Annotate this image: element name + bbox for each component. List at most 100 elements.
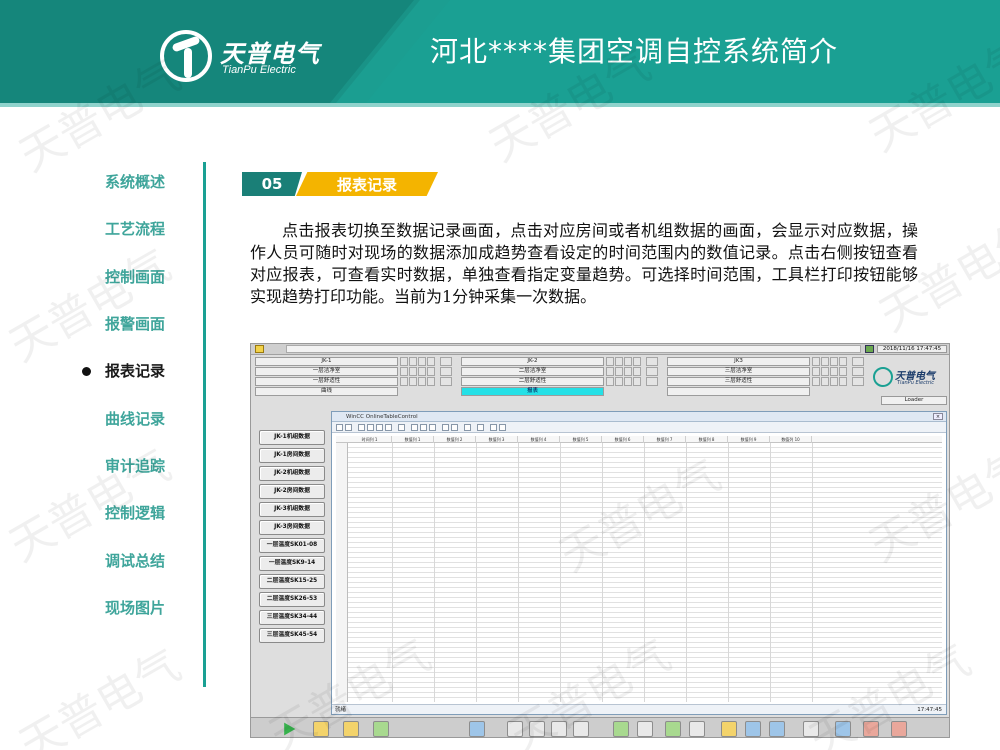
table-body[interactable] <box>336 443 942 702</box>
column-header[interactable]: 数值列 4 <box>518 436 560 443</box>
stop-icon[interactable] <box>637 721 653 737</box>
column-header[interactable]: 数值列 10 <box>770 436 812 443</box>
arrow-up-icon[interactable] <box>529 721 545 737</box>
export-icon[interactable] <box>469 721 485 737</box>
column-divider <box>728 443 729 702</box>
sidebar-item-report[interactable]: 报表记录 <box>60 347 200 394</box>
prev-page-icon[interactable] <box>665 721 681 737</box>
sidebar-item-logic[interactable]: 控制逻辑 <box>60 489 200 536</box>
last-icon[interactable] <box>385 424 392 431</box>
play-icon[interactable] <box>284 722 296 736</box>
first-icon[interactable] <box>358 424 365 431</box>
report-button[interactable]: 一层温度SK9-14 <box>259 556 325 571</box>
sidebar-item-audit[interactable]: 审计追踪 <box>60 442 200 489</box>
scada-nav-button[interactable]: JK-1 <box>255 357 398 366</box>
user-icon[interactable] <box>313 721 329 737</box>
document-icon[interactable] <box>373 721 389 737</box>
section-number: 05 <box>242 172 302 196</box>
report-button[interactable]: JK-3机组数据 <box>259 502 325 517</box>
close-icon[interactable]: × <box>933 413 943 420</box>
sidebar-item-alarm[interactable]: 报警画面 <box>60 300 200 347</box>
help-icon[interactable] <box>336 424 343 431</box>
folder-icon[interactable] <box>255 345 264 353</box>
save-icon[interactable] <box>745 721 761 737</box>
time-range-icon[interactable] <box>429 424 436 431</box>
report-icon[interactable] <box>863 721 879 737</box>
scada-nav-button-report[interactable]: 报表 <box>461 387 604 396</box>
status-box <box>646 377 658 386</box>
status-box <box>821 377 829 386</box>
scada-nav-button[interactable]: 曲线 <box>255 387 398 396</box>
print-icon[interactable] <box>769 721 785 737</box>
column-header[interactable]: 数值列 9 <box>728 436 770 443</box>
report-button[interactable]: JK-2房间数据 <box>259 484 325 499</box>
sidebar-item-control[interactable]: 控制画面 <box>60 253 200 300</box>
column-divider <box>602 443 603 702</box>
section-description: 点击报表切换至数据记录画面，点击对应房间或者机组数据的画面，会显示对应数据，操作… <box>250 221 918 306</box>
exit-icon[interactable] <box>891 721 907 737</box>
status-box <box>633 357 641 366</box>
scada-login-button[interactable]: Loader <box>881 396 947 405</box>
sidebar-item-photos[interactable]: 现场图片 <box>60 584 200 631</box>
column-header[interactable]: 数值列 8 <box>686 436 728 443</box>
stop-icon[interactable] <box>451 424 458 431</box>
report-button[interactable]: JK-1房间数据 <box>259 448 325 463</box>
sidebar-item-trend[interactable]: 曲线记录 <box>60 394 200 441</box>
report-button[interactable]: 二层温度SK26-53 <box>259 592 325 607</box>
info-icon[interactable] <box>835 721 851 737</box>
column-header[interactable]: 数值列 6 <box>602 436 644 443</box>
refresh-icon[interactable] <box>613 721 629 737</box>
columns-icon[interactable] <box>420 424 427 431</box>
status-box <box>606 357 614 366</box>
column-header[interactable]: 数值列 5 <box>560 436 602 443</box>
status-box <box>409 357 417 366</box>
select-icon[interactable] <box>411 424 418 431</box>
config-icon[interactable] <box>345 424 352 431</box>
report-button[interactable]: 一层温度SK01-08 <box>259 538 325 553</box>
status-box <box>615 367 623 376</box>
scada-nav-button[interactable]: 三层洁净室 <box>667 367 810 376</box>
scada-nav-button[interactable]: 二层舒适性 <box>461 377 604 386</box>
next-icon[interactable] <box>376 424 383 431</box>
scada-nav-button[interactable]: 三层舒适性 <box>667 377 810 386</box>
edit-icon[interactable] <box>398 424 405 431</box>
arrow-down-icon[interactable] <box>551 721 567 737</box>
scada-nav-button[interactable]: JK-2 <box>461 357 604 366</box>
scada-nav-button[interactable] <box>667 387 810 396</box>
sidebar-item-overview[interactable]: 系统概述 <box>60 158 200 205</box>
grid-icon[interactable] <box>464 424 471 431</box>
table-toolbar <box>332 422 946 433</box>
export-icon[interactable] <box>490 424 497 431</box>
next-page-icon[interactable] <box>689 721 705 737</box>
report-button[interactable]: 三层温度SK45-54 <box>259 628 325 643</box>
column-header[interactable]: 数值列 2 <box>434 436 476 443</box>
sidebar-item-debug[interactable]: 调试总结 <box>60 536 200 583</box>
report-button[interactable]: JK-3房间数据 <box>259 520 325 535</box>
report-button[interactable]: 二层温度SK15-25 <box>259 574 325 589</box>
open-icon[interactable] <box>721 721 737 737</box>
report-button[interactable]: JK-2机组数据 <box>259 466 325 481</box>
settings-icon[interactable] <box>499 424 506 431</box>
report-button[interactable]: 三层温度SK34-44 <box>259 610 325 625</box>
scada-nav-button[interactable]: JK3 <box>667 357 810 366</box>
arrow-left-icon[interactable] <box>507 721 523 737</box>
scada-nav-button[interactable]: 二层洁净室 <box>461 367 604 376</box>
column-header[interactable]: 时间列 1 <box>348 436 392 443</box>
scada-nav-button[interactable]: 一层舒适性 <box>255 377 398 386</box>
print-icon[interactable] <box>477 424 484 431</box>
status-box <box>615 357 623 366</box>
arrow-right-icon[interactable] <box>573 721 589 737</box>
start-icon[interactable] <box>442 424 449 431</box>
status-box <box>427 357 435 366</box>
keyboard-icon[interactable] <box>803 721 819 737</box>
column-header[interactable]: 数值列 7 <box>644 436 686 443</box>
folder-icon[interactable] <box>343 721 359 737</box>
row-number-column <box>336 443 348 702</box>
prev-icon[interactable] <box>367 424 374 431</box>
column-header[interactable]: 数值列 1 <box>392 436 434 443</box>
report-button[interactable]: JK-1机组数据 <box>259 430 325 445</box>
column-header[interactable]: 数值列 3 <box>476 436 518 443</box>
scada-nav-button[interactable]: 一层洁净室 <box>255 367 398 376</box>
status-box <box>418 357 426 366</box>
sidebar-item-process[interactable]: 工艺流程 <box>60 205 200 252</box>
